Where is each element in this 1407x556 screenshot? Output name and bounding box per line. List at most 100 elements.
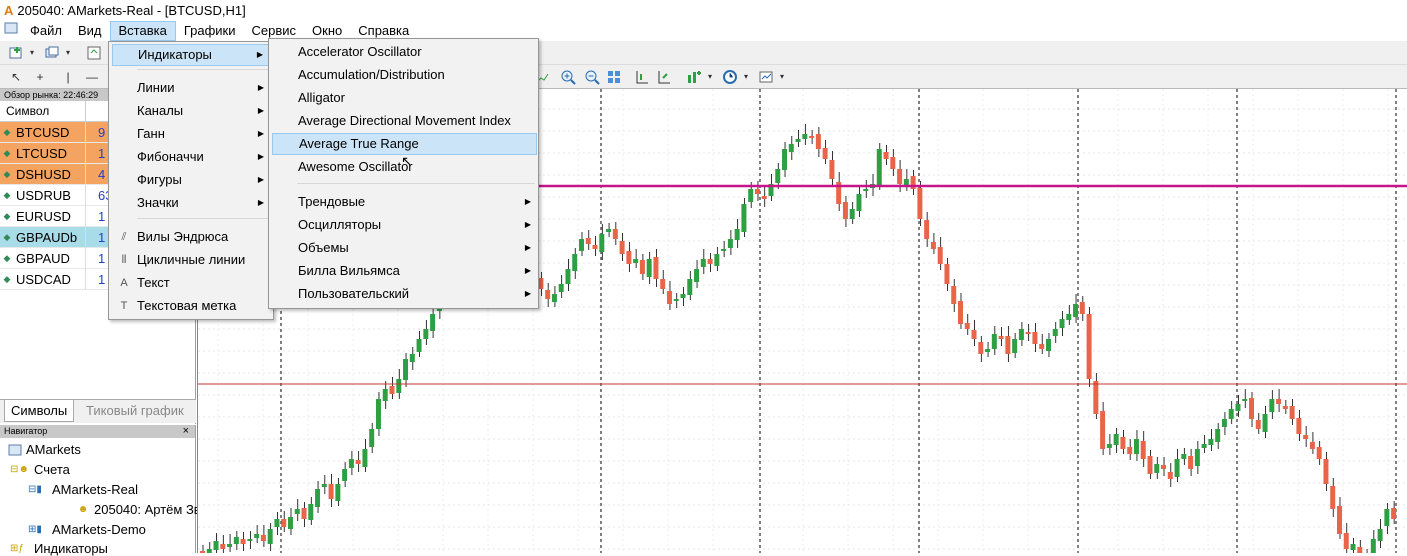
indicator-item-5[interactable]: Average True Range (272, 133, 537, 155)
tile-windows-icon[interactable] (606, 69, 622, 85)
candle-body (802, 134, 808, 139)
candle-body (991, 334, 997, 349)
indicator-item-1[interactable]: Accelerator Oscillator (272, 41, 537, 63)
menu-file[interactable]: Файл (22, 21, 70, 41)
candle-body (734, 229, 740, 240)
candle-body (1120, 437, 1126, 449)
insert-menu-item-4[interactable]: Ганн ▶ (112, 123, 270, 145)
candle-body (1174, 459, 1180, 477)
profiles-icon[interactable] (44, 45, 60, 61)
candle-body (937, 247, 943, 264)
candle-body (260, 535, 266, 541)
menu-bar: Файл Вид Вставка Графики Сервис Окно Спр… (0, 21, 1407, 41)
indicator-item-7[interactable]: Трендовые ▶ (272, 191, 537, 213)
insert-menu-item-1[interactable]: Индикаторы ▶ (112, 44, 270, 66)
submenu-arrow-icon: ▶ (257, 175, 264, 184)
insert-menu-item-9[interactable]: ⦀ Цикличные линии (112, 249, 270, 271)
candle-body (335, 484, 341, 501)
symbol-arrow-icon: ◆ (3, 273, 11, 284)
submenu-arrow-icon: ▶ (257, 129, 264, 138)
insert-menu-item-8[interactable]: ⫽ Вилы Эндрюса (112, 226, 270, 248)
crosshair-icon[interactable]: + (32, 69, 48, 85)
nav-item-amarkets-real[interactable]: ⊟▮ AMarkets-Real (28, 482, 138, 497)
nav-item-indicators[interactable]: ⊞ƒ Индикаторы (10, 541, 108, 556)
menu-item-label: Accumulation/Distribution (298, 67, 445, 82)
candle-body (795, 139, 801, 142)
submenu-arrow-icon: ▶ (524, 220, 531, 229)
market-watch-icon[interactable] (86, 45, 102, 61)
candle-body (700, 259, 706, 267)
candle-body (308, 504, 314, 520)
candle-body (389, 386, 395, 394)
nav-item-amarkets-demo[interactable]: ⊞▮ AMarkets-Demo (28, 522, 146, 537)
dropdown-arrow-icon[interactable]: ▾ (706, 69, 714, 85)
candle-body (1221, 419, 1227, 427)
candle-body (1012, 339, 1018, 353)
candle-body (822, 148, 828, 159)
new-chart-icon[interactable] (8, 45, 24, 61)
submenu-arrow-icon: ▶ (257, 198, 264, 207)
candle-body (1289, 406, 1295, 419)
zoom-in-icon[interactable] (560, 69, 576, 85)
app-icon[interactable] (0, 21, 22, 41)
indicator-item-10[interactable]: Билла Вильямса ▶ (272, 260, 537, 282)
symbol-arrow-icon: ◆ (3, 147, 11, 158)
insert-menu-item-5[interactable]: Фибоначчи ▶ (112, 146, 270, 168)
candle-body (267, 529, 273, 544)
horizontal-line-icon[interactable]: — (84, 69, 100, 85)
candle-body (1154, 464, 1160, 473)
indicator-item-8[interactable]: Осцилляторы ▶ (272, 214, 537, 236)
menu-insert[interactable]: Вставка (109, 21, 176, 41)
candle-body (1079, 302, 1085, 314)
periods-clock-icon[interactable] (722, 69, 738, 85)
candle-body (944, 264, 950, 284)
insert-menu-item-2[interactable]: Линии ▶ (112, 77, 270, 99)
candle-body (355, 460, 361, 464)
dropdown-arrow-icon[interactable]: ▾ (742, 69, 750, 85)
menu-item-label: Ганн (137, 126, 165, 141)
vertical-line-icon[interactable]: | (60, 69, 76, 85)
candle-body (998, 336, 1004, 339)
close-icon[interactable]: × (183, 425, 189, 438)
menu-item-label: Awesome Oscillator (298, 159, 413, 174)
zoom-out-icon[interactable] (584, 69, 600, 85)
insert-menu-item-6[interactable]: Фигуры ▶ (112, 169, 270, 191)
insert-menu-item-7[interactable]: Значки ▶ (112, 192, 270, 214)
candle-body (1188, 456, 1194, 469)
cursor-icon[interactable]: ↖ (8, 69, 24, 85)
symbol-arrow-icon: ◆ (3, 210, 11, 221)
indicator-item-9[interactable]: Объемы ▶ (272, 237, 537, 259)
candle-body (1303, 435, 1309, 439)
chart-shift-icon[interactable] (634, 69, 650, 85)
dropdown-arrow-icon[interactable]: ▾ (64, 45, 72, 61)
indicator-item-11[interactable]: Пользовательский ▶ (272, 283, 537, 305)
tab-symbols[interactable]: Символы (4, 400, 75, 422)
templates-icon[interactable] (758, 69, 774, 85)
candle-body (1357, 547, 1363, 553)
autoscroll-icon[interactable] (656, 69, 672, 85)
tab-tick-chart[interactable]: Тиковый график (80, 400, 190, 422)
nav-item-account[interactable]: ☻ 205040: Артём Звё: (76, 502, 212, 517)
dropdown-arrow-icon[interactable]: ▾ (778, 69, 786, 85)
candle-body (612, 229, 618, 239)
insert-menu-item-11[interactable]: T Текстовая метка (112, 295, 270, 317)
candle-body (1140, 441, 1146, 459)
nav-item-accounts[interactable]: ⊟☻ Счета (10, 462, 70, 477)
dropdown-arrow-icon[interactable]: ▾ (28, 45, 36, 61)
menu-charts[interactable]: Графики (176, 21, 244, 41)
indicators-icon[interactable] (686, 69, 702, 85)
text-label-icon: T (120, 300, 128, 312)
candle-body (294, 509, 300, 514)
symbol-name: BTCUSD (14, 121, 86, 143)
nav-item-amarkets[interactable]: AMarkets (8, 442, 81, 457)
candle-body (551, 294, 557, 302)
candle-body (558, 284, 564, 292)
indicator-item-2[interactable]: Accumulation/Distribution (272, 64, 537, 86)
insert-menu-item-3[interactable]: Каналы ▶ (112, 100, 270, 122)
insert-menu-item-10[interactable]: A Текст (112, 272, 270, 294)
candle-body (1025, 332, 1031, 334)
indicator-item-4[interactable]: Average Directional Movement Index (272, 110, 537, 132)
indicator-item-3[interactable]: Alligator (272, 87, 537, 109)
menu-view[interactable]: Вид (70, 21, 110, 41)
menu-separator (137, 218, 269, 219)
